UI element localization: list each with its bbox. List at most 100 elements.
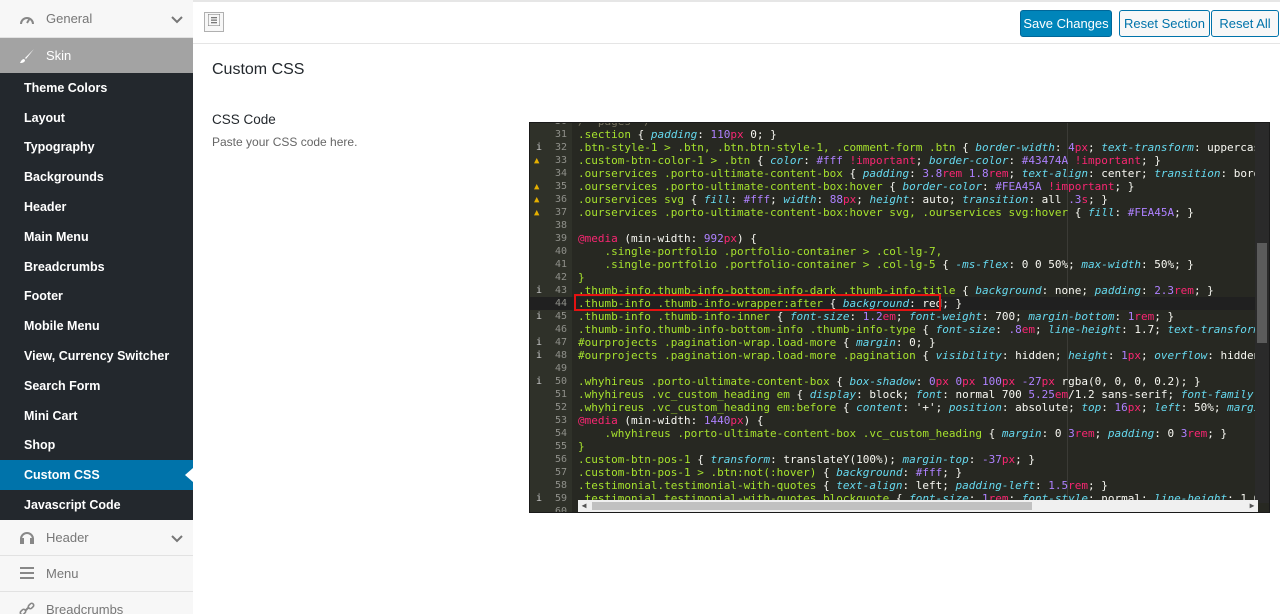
line-number: 52 xyxy=(554,402,567,413)
sidebar-subitem-typography[interactable]: Typography xyxy=(0,133,193,163)
code-line[interactable]: 40 .single-portfolio .portfolio-containe… xyxy=(530,245,1269,258)
code-text: .section { padding: 110px 0; } xyxy=(578,128,777,141)
code-line[interactable]: 53 @media (min-width: 1440px) { xyxy=(530,414,1269,427)
code-text: #ourprojects .pagination-wrap.load-more … xyxy=(578,336,936,349)
paintbrush-icon xyxy=(18,47,36,65)
code-text: .ourservices .porto-ultimate-content-box… xyxy=(578,206,1194,219)
horizontal-scrollbar[interactable]: ◀ ▶ xyxy=(578,500,1258,512)
expand-toggle-button[interactable] xyxy=(204,12,224,32)
code-line[interactable]: i 50 .whyhireus .porto-ultimate-content-bo… xyxy=(530,375,1269,388)
headphones-icon xyxy=(18,528,36,546)
sidebar-subitem-mobile-menu[interactable]: Mobile Menu xyxy=(0,311,193,341)
sidebar-subitem-backgrounds[interactable]: Backgrounds xyxy=(0,162,193,192)
sidebar-item-label: General xyxy=(46,11,93,26)
link-icon xyxy=(18,600,36,614)
section-title: Custom CSS xyxy=(212,61,305,78)
line-number: 34 xyxy=(554,168,567,179)
sidebar-subitem-mini-cart[interactable]: Mini Cart xyxy=(0,401,193,431)
sidebar-subitem-javascript-code[interactable]: Javascript Code xyxy=(0,490,193,520)
line-number: 56 xyxy=(554,454,567,465)
sidebar-subitem-search-form[interactable]: Search Form xyxy=(0,371,193,401)
sidebar-subitem-shop[interactable]: Shop xyxy=(0,431,193,461)
code-line[interactable]: ▲ 33 .custom-btn-color-1 > .btn { color: #… xyxy=(530,154,1269,167)
chevron-down-icon[interactable] xyxy=(171,531,183,546)
code-line[interactable]: i 47 #ourprojects .pagination-wrap.load-mo… xyxy=(530,336,1269,349)
sidebar-item-label: Header xyxy=(46,529,89,545)
line-number: 48 xyxy=(554,350,567,361)
code-line[interactable]: 54 .whyhireus .porto-ultimate-content-bo… xyxy=(530,427,1269,440)
sidebar-item-label: Breadcrumbs xyxy=(46,601,124,614)
code-line[interactable]: ▲ 36 .ourservices svg { fill: #fff; width:… xyxy=(530,193,1269,206)
code-line[interactable]: 38 xyxy=(530,219,1269,232)
scroll-right-icon[interactable]: ▶ xyxy=(1246,500,1258,512)
line-number: 49 xyxy=(554,363,567,374)
vertical-scrollbar[interactable] xyxy=(1255,123,1269,503)
scrollbar-thumb[interactable] xyxy=(592,502,1032,510)
line-number: 57 xyxy=(554,467,567,478)
line-number: 35 xyxy=(554,181,567,192)
code-line[interactable]: ▲ 37 .ourservices .porto-ultimate-content-… xyxy=(530,206,1269,219)
css-code-editor[interactable]: 30/* pages */31.section { padding: 110px… xyxy=(529,122,1270,513)
code-line[interactable]: 39 @media (min-width: 992px) { xyxy=(530,232,1269,245)
sidebar-subitem-breadcrumbs[interactable]: Breadcrumbs xyxy=(0,252,193,282)
code-text: } xyxy=(578,271,585,284)
code-line[interactable]: i 48 #ourprojects .pagination-wrap.load-mo… xyxy=(530,349,1269,362)
code-text: .custom-btn-pos-1 > .btn:not(:hover) { b… xyxy=(578,466,963,479)
sidebar-subitem-main-menu[interactable]: Main Menu xyxy=(0,222,193,252)
line-number: 58 xyxy=(554,480,567,491)
code-line[interactable]: 42} xyxy=(530,271,1269,284)
code-line[interactable]: 57 .custom-btn-pos-1 > .btn:not(:hover) {… xyxy=(530,466,1269,479)
code-line[interactable]: i 45 .thumb-info .thumb-info-inner { font-… xyxy=(530,310,1269,323)
code-line[interactable]: 55} xyxy=(530,440,1269,453)
dashboard-icon xyxy=(18,10,36,28)
sidebar-item-general[interactable]: General xyxy=(0,0,193,38)
scrollbar-thumb[interactable] xyxy=(1257,243,1267,343)
code-line[interactable]: 46 .thumb-info.thumb-info-bottom-info .th… xyxy=(530,323,1269,336)
sidebar-subitem-footer[interactable]: Footer xyxy=(0,282,193,312)
line-number: 46 xyxy=(554,324,567,335)
code-text: .thumb-info.thumb-info-bottom-info .thum… xyxy=(578,323,1267,336)
sidebar-item-breadcrumbs[interactable]: Breadcrumbs xyxy=(0,591,193,614)
chevron-down-icon[interactable] xyxy=(171,12,183,27)
code-text: @media (min-width: 992px) { xyxy=(578,232,757,245)
code-line[interactable]: 31 .section { padding: 110px 0; } xyxy=(530,128,1269,141)
sidebar-item-label: Menu xyxy=(46,565,79,581)
reset-all-button[interactable]: Reset All xyxy=(1211,10,1279,37)
list-icon xyxy=(207,13,221,31)
code-text: #ourprojects .pagination-wrap.load-more … xyxy=(578,349,1267,362)
line-number: 33 xyxy=(554,155,567,166)
sidebar-item-header[interactable]: Header xyxy=(0,519,193,556)
sidebar-subitem-custom-css[interactable]: Custom CSS xyxy=(0,460,193,491)
line-number: 55 xyxy=(554,441,567,452)
code-text: .custom-btn-pos-1 { transform: translate… xyxy=(578,453,1036,466)
sidebar-item-skin[interactable]: Skin xyxy=(0,38,193,73)
sidebar-item-menu[interactable]: Menu xyxy=(0,555,193,592)
code-line[interactable]: i 32 .btn-style-1 > .btn, .btn.btn-style-1… xyxy=(530,141,1269,154)
line-number: 37 xyxy=(554,207,567,218)
sidebar-subitem-header[interactable]: Header xyxy=(0,192,193,222)
sidebar-item-label: Skin xyxy=(46,48,72,63)
highlighted-code-annotation xyxy=(574,294,941,311)
code-text: .whyhireus .vc_custom_heading em:before … xyxy=(578,401,1269,414)
line-number: 53 xyxy=(554,415,567,426)
save-changes-button[interactable]: Save Changes xyxy=(1020,10,1112,37)
sidebar-subitem-theme-colors[interactable]: Theme Colors xyxy=(0,73,193,103)
scroll-left-icon[interactable]: ◀ xyxy=(578,500,590,512)
code-line[interactable]: 34 .ourservices .porto-ultimate-content-b… xyxy=(530,167,1269,180)
code-line[interactable]: 49 xyxy=(530,362,1269,375)
line-number: 60 xyxy=(554,506,567,513)
top-divider xyxy=(193,0,1280,2)
code-line[interactable]: 51 .whyhireus .vc_custom_heading em { dis… xyxy=(530,388,1269,401)
line-number: 54 xyxy=(554,428,567,439)
code-line[interactable]: 56 .custom-btn-pos-1 { transform: transla… xyxy=(530,453,1269,466)
reset-section-button[interactable]: Reset Section xyxy=(1119,10,1210,37)
line-number: 50 xyxy=(554,376,567,387)
line-number: 42 xyxy=(554,272,567,283)
code-line[interactable]: ▲ 35 .ourservices .porto-ultimate-content-… xyxy=(530,180,1269,193)
code-text: .single-portfolio .portfolio-container >… xyxy=(578,258,1194,271)
sidebar-subitem-view-currency-switcher[interactable]: View, Currency Switcher xyxy=(0,341,193,371)
code-line[interactable]: 58 .testimonial.testimonial-with-quotes {… xyxy=(530,479,1269,492)
code-line[interactable]: 52 .whyhireus .vc_custom_heading em:befor… xyxy=(530,401,1269,414)
sidebar-subitem-layout[interactable]: Layout xyxy=(0,103,193,133)
code-line[interactable]: 41 .single-portfolio .portfolio-containe… xyxy=(530,258,1269,271)
